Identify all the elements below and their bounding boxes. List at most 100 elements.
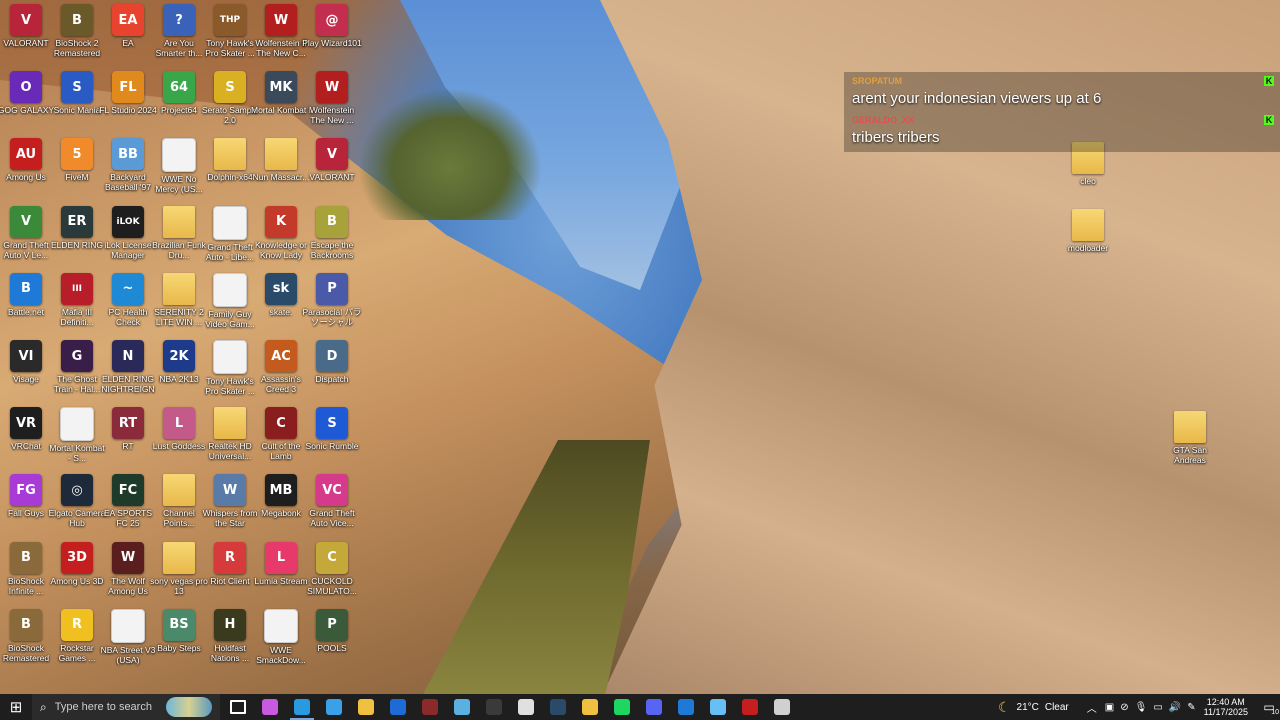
desktop-icon-realtek-hd-universal[interactable]: Realtek HD Universal... [204,407,256,473]
desktop-icon-wwe-smackdow[interactable]: WWE SmackDow... [255,608,307,675]
taskbar-app-streamer-app[interactable] [510,694,542,720]
desktop-icon-gta-san-andreas[interactable]: GTA San Andreas [1164,411,1216,477]
network-icon[interactable]: ▭ [1153,702,1162,713]
taskbar-app-file-explorer[interactable] [350,694,382,720]
weather-moon-icon[interactable]: ☾ [998,699,1011,716]
taskbar-app-notes[interactable] [574,694,606,720]
desktop-icon-family-guy-video-gam[interactable]: Family Guy Video Gam... [204,272,256,339]
desktop-icon-grand-theft-auto-v-le[interactable]: V Grand Theft Auto V Le... [0,205,52,272]
desktop-icon-among-us-3d[interactable]: 3D Among Us 3D [51,541,103,608]
desktop-icon-cuckold-simulato[interactable]: C CUCKOLD SIMULATO... [306,541,358,608]
desktop-icon-valorant[interactable]: V VALORANT [0,4,52,70]
taskbar-app-battle-net[interactable] [670,694,702,720]
tray-app-icon[interactable]: ⊘ [1120,702,1128,713]
desktop-icon-lust-goddess[interactable]: L Lust Goddess [153,407,205,473]
desktop-icon-wolfenstein-ii-the-new-c[interactable]: W Wolfenstein II The New C... [255,4,307,70]
desktop-icon-modloader[interactable]: modloader [1062,209,1114,275]
desktop-icon-assassin-s-creed-3[interactable]: AC Assassin's Creed 3 [255,340,307,406]
desktop-icon-rockstar-games[interactable]: R Rockstar Games ... [51,608,103,675]
taskbar-app-spotify[interactable] [606,694,638,720]
desktop-icon-grand-theft-auto-libe[interactable]: Grand Theft Auto - Libe... [204,205,256,272]
desktop-icon-mortal-kombat-s[interactable]: Mortal Kombat - S... [49,407,105,473]
desktop-icon-elden-ring[interactable]: ER ELDEN RING [51,205,103,272]
desktop-icon-nba-street-v3-usa[interactable]: NBA Street V3 (USA) [101,608,155,675]
desktop-icon-project64[interactable]: 64 Project64 [153,71,205,137]
desktop-icon-vrchat[interactable]: VR VRChat [0,407,52,473]
desktop-icon-megabonk[interactable]: MB Megabonk [255,474,307,540]
desktop-icon-play-wizard101[interactable]: @ Play Wizard101 [302,4,362,70]
tray-app-icon[interactable]: ▣ [1105,702,1114,713]
notification-center-button[interactable]: ▭ 10 [1258,694,1280,720]
desktop-icon-grand-theft-auto-vice[interactable]: VC Grand Theft Auto Vice... [306,474,358,540]
clock[interactable]: 12:40 AM 11/17/2025 [1204,697,1248,717]
microphone-icon[interactable]: 🎙 [1135,702,1148,713]
desktop-icon-gog-galaxy[interactable]: O GOG GALAXY [0,71,54,137]
desktop-icon-sony-vegas-pro-13[interactable]: sony vegas pro 13 [150,541,208,608]
desktop-icon-bioshock-remastered[interactable]: B BioShock Remastered [0,608,52,675]
desktop-icon-baby-steps[interactable]: BS Baby Steps [153,608,205,675]
desktop-icon-sonic-rumble[interactable]: S Sonic Rumble [306,407,358,473]
desktop-icon-the-wolf-among-us[interactable]: W The Wolf Among Us [102,541,154,608]
desktop-icon-wwe-no-mercy-us[interactable]: WWE No Mercy (US... [153,138,205,204]
show-hidden-icons-chevron-icon[interactable]: ︿ [1087,700,1097,715]
desktop-icon-brazilian-funk-dru[interactable]: Brazilian Funk Dru... [152,205,206,272]
desktop-icon-mortal-kombat-i[interactable]: MK Mortal Kombat I [251,71,311,137]
desktop-icon-elden-ring-nightreign[interactable]: N ELDEN RING NIGHTREIGN [101,340,155,406]
desktop-icon-dolphin-x64[interactable]: Dolphin-x64 [204,138,256,204]
start-button[interactable]: ⊞ [0,694,32,720]
desktop-icon-parasocial[interactable]: P Parasocial パラソーシャル [302,272,362,339]
desktop-icon-wolfenstein-the-new[interactable]: W Wolfenstein The New ... [306,71,358,137]
desktop-icon-tony-hawk-s-pro-skater[interactable]: THP Tony Hawk's Pro Skater ... [204,4,256,70]
desktop-icon-nba-2k13[interactable]: 2K NBA 2K13 [153,340,205,406]
taskbar-app-task-view[interactable] [222,694,254,720]
desktop-icon-sonic-mania[interactable]: S Sonic Mania [51,71,103,137]
desktop-icon-bioshock-infinite[interactable]: B BioShock Infinite ... [0,541,52,608]
taskbar-app-fall-guys[interactable] [446,694,478,720]
desktop-icon-rt[interactable]: RT RT [102,407,154,473]
desktop-icon-whispers-from-the-star[interactable]: W Whispers from the Star [203,474,257,540]
desktop-icon-are-you-smarter-th[interactable]: ? Are You Smarter th... [153,4,205,70]
desktop-icon-fall-guys[interactable]: FG Fall Guys [0,474,52,540]
desktop-icon-serenity-2-lite-win[interactable]: SERENITY 2 LITE WIN ... [153,272,205,339]
pen-icon[interactable]: ✎ [1187,702,1195,713]
taskbar-search-box[interactable]: ⌕ Type here to search [32,694,220,720]
desktop-icon-bioshock-2-remastered[interactable]: B BioShock 2 Remastered [51,4,103,70]
desktop-icon-cult-of-the-lamb[interactable]: C Cult of the Lamb [255,407,307,473]
desktop-icon-ea-sports-fc-25[interactable]: FC EA SPORTS FC 25 [102,474,154,540]
desktop-icon-tony-hawk-s-pro-skater[interactable]: Tony Hawk's Pro Skater ... [204,340,256,406]
desktop-icon-ilok-license-manager[interactable]: iLOK iLok License Manager [102,205,154,272]
taskbar-app-megabonk[interactable] [478,694,510,720]
desktop-icon-pools[interactable]: P POOLS [306,608,358,675]
desktop-icon-dispatch[interactable]: D Dispatch [306,340,358,406]
taskbar-app-game-app[interactable] [414,694,446,720]
taskbar-app-discord[interactable] [638,694,670,720]
desktop-icon-serato-sample-2-0[interactable]: S Serato Sample 2.0 [202,71,258,137]
taskbar-app-obs[interactable] [766,694,798,720]
desktop-icon-mafia-iii-definiti[interactable]: III Mafia III Definiti... [51,272,103,339]
volume-icon[interactable]: 🔊 [1169,702,1181,713]
desktop-icon-nun-massacr[interactable]: Nun Massacr... [253,138,309,204]
desktop-icon-backyard-baseball-97[interactable]: BB Backyard Baseball '97 [102,138,154,204]
desktop-icon-fl-studio-2024[interactable]: FL FL Studio 2024 [99,71,157,137]
desktop-icon-ea[interactable]: EA EA [102,4,154,70]
desktop-icon-among-us[interactable]: AU Among Us [0,138,52,204]
desktop-icon-pc-health-check[interactable]: ~ PC Health Check [102,272,154,339]
weather-condition[interactable]: Clear [1045,702,1069,713]
desktop-icon-lumia-stream[interactable]: L Lumia Stream [255,541,307,608]
taskbar-app-microsoft-store[interactable] [318,694,350,720]
desktop-icon-valorant[interactable]: V VALORANT [306,138,358,204]
desktop-icon-battle-net[interactable]: B Battle.net [0,272,52,339]
weather-temp[interactable]: 21°C [1017,702,1039,713]
desktop-icon-skate[interactable]: sk skate. [255,272,307,339]
desktop-icon-channel-points[interactable]: Channel Points... [153,474,205,540]
desktop-icon-escape-the-backrooms[interactable]: B Escape the Backrooms [306,205,358,272]
taskbar-app-skate[interactable] [542,694,574,720]
desktop-icon-knowledge-or-know-lady[interactable]: K Knowledge or Know Lady [255,205,307,272]
desktop-icon-holdfast-nations[interactable]: H Holdfast Nations ... [204,608,256,675]
desktop-icon-visage[interactable]: VI Visage [0,340,52,406]
desktop-icon-the-ghost-train-hal[interactable]: G The Ghost Train - Hal... [51,340,103,406]
taskbar-app-mafia[interactable] [734,694,766,720]
desktop-icon-fivem[interactable]: 5 FiveM [51,138,103,204]
taskbar-app-outlook[interactable] [382,694,414,720]
taskbar-app-edge[interactable] [286,694,318,720]
